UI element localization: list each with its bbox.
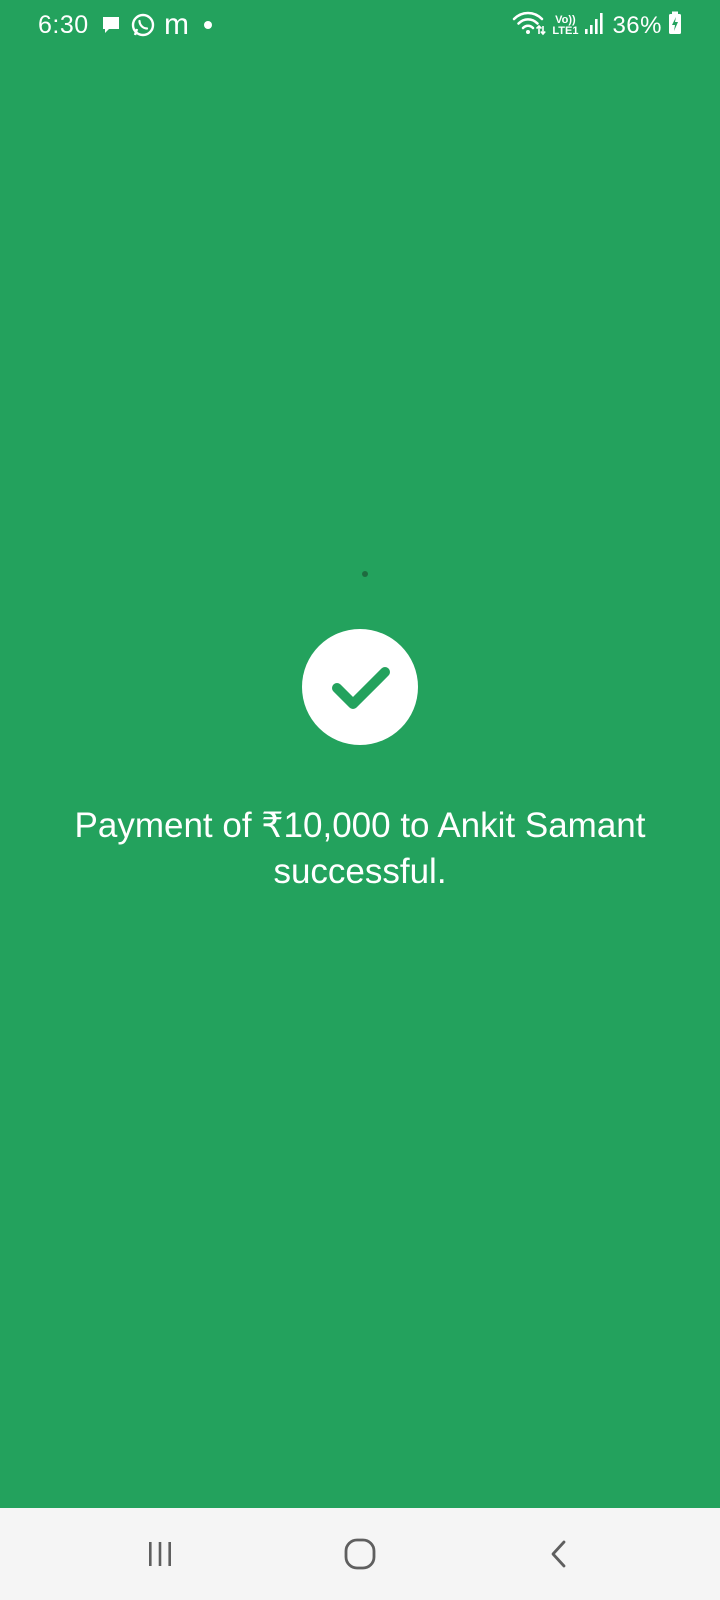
back-button[interactable] <box>530 1528 590 1580</box>
checkmark-icon <box>325 652 395 722</box>
home-icon <box>343 1537 377 1571</box>
battery-charging-icon <box>668 11 682 40</box>
payment-success-message: Payment of ₹10,000 to Ankit Samant succe… <box>74 806 646 891</box>
success-check-badge <box>302 629 418 745</box>
m-app-glyph: m <box>164 8 189 41</box>
whatsapp-icon <box>130 12 156 38</box>
dot-icon <box>203 20 213 30</box>
volte-indicator: Vo)) LTE1 <box>552 13 579 37</box>
loading-dot <box>362 571 368 577</box>
m-app-icon: m <box>164 8 189 41</box>
status-right-group: Vo)) LTE1 36% <box>512 10 682 41</box>
payment-success-screen: 6:30 m Vo)) LTE1 36% Payment of ₹10,000 … <box>0 0 720 1600</box>
volte-top-label: Vo)) <box>555 13 576 26</box>
battery-percent: 36% <box>612 11 662 39</box>
navigation-bar <box>0 1508 720 1600</box>
status-bar: 6:30 m Vo)) LTE1 36% <box>0 0 720 52</box>
wifi-icon <box>512 10 547 41</box>
back-icon <box>545 1539 575 1569</box>
status-time: 6:30 <box>38 11 89 39</box>
recents-icon <box>145 1539 175 1569</box>
signal-icon <box>584 11 606 40</box>
home-button[interactable] <box>330 1528 390 1580</box>
volte-bottom-label: LTE1 <box>552 24 579 37</box>
message-icon <box>100 14 122 36</box>
notification-icons: m <box>100 8 213 41</box>
recents-button[interactable] <box>130 1528 190 1580</box>
